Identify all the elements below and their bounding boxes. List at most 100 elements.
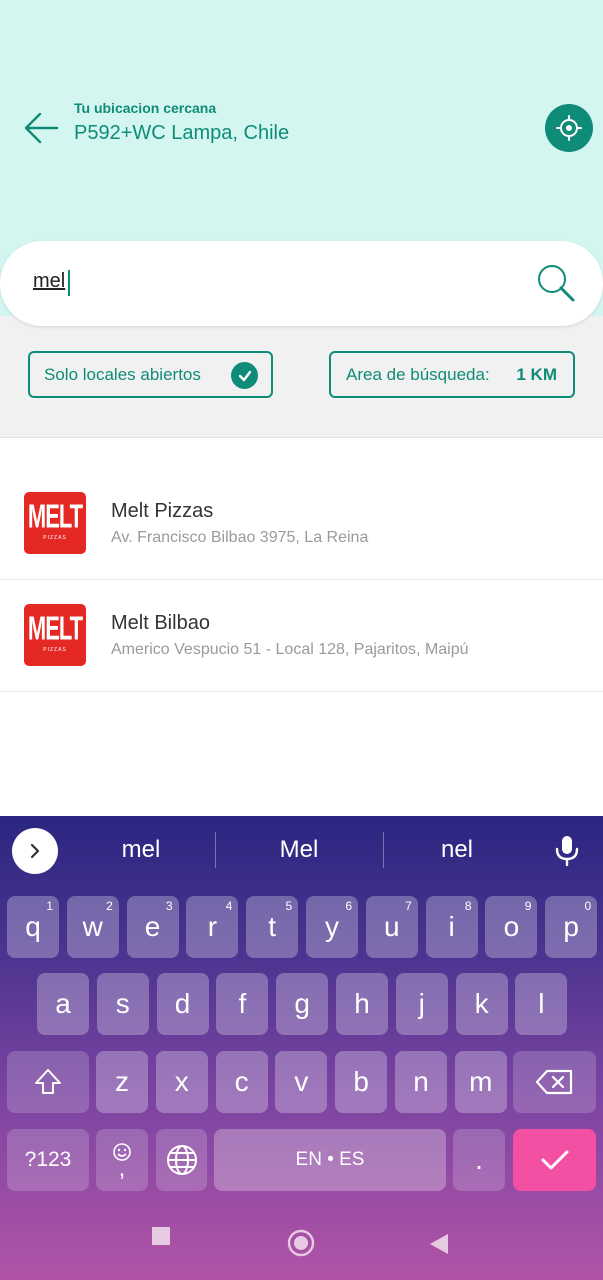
mic-icon <box>555 836 579 867</box>
key-v[interactable]: v <box>275 1051 328 1113</box>
key-label: u <box>384 911 400 942</box>
key-label: b <box>353 1066 369 1097</box>
check-icon <box>231 362 258 389</box>
nav-recents-button[interactable] <box>151 1226 171 1251</box>
search-bar[interactable] <box>0 241 603 326</box>
key-hint: 3 <box>165 899 173 913</box>
key-i[interactable]: i8 <box>425 896 478 958</box>
key-e[interactable]: e3 <box>126 896 179 958</box>
key-t[interactable]: t5 <box>246 896 299 958</box>
key-label: i <box>448 911 455 942</box>
space-key[interactable]: EN • ES <box>214 1129 446 1191</box>
key-hint: 8 <box>464 899 472 913</box>
key-label: t <box>268 911 277 942</box>
key-m[interactable]: m <box>454 1051 507 1113</box>
key-label: w <box>82 911 103 942</box>
key-j[interactable]: j <box>395 973 448 1035</box>
area-label: Area de búsqueda: <box>346 364 490 384</box>
key-label: m <box>469 1066 493 1097</box>
key-b[interactable]: b <box>335 1051 388 1113</box>
key-label: y <box>325 911 339 942</box>
key-h[interactable]: h <box>336 973 388 1035</box>
area-value: 1 KM <box>516 364 557 384</box>
open-only-label: Solo locales abiertos <box>44 364 201 384</box>
period-key[interactable]: . <box>453 1129 505 1191</box>
key-label: c <box>234 1066 249 1097</box>
back-arrow-icon <box>24 112 59 144</box>
nav-home-button[interactable] <box>287 1229 315 1262</box>
key-label: o <box>503 911 520 942</box>
suggestion-2[interactable]: Mel <box>224 836 374 864</box>
voice-input-button[interactable] <box>553 834 581 868</box>
backspace-key[interactable] <box>513 1051 596 1113</box>
key-o[interactable]: o9 <box>485 896 538 958</box>
key-q[interactable]: q1 <box>7 896 59 958</box>
suggestion-expand-button[interactable] <box>12 828 58 874</box>
shift-icon <box>35 1069 61 1094</box>
key-label: n <box>413 1066 429 1097</box>
key-z[interactable]: z <box>96 1051 148 1113</box>
restaurant-address: Americo Vespucio 51 - Local 128, Pajarit… <box>111 641 469 658</box>
key-label: x <box>174 1066 189 1097</box>
key-label: s <box>115 988 130 1019</box>
key-n[interactable]: n <box>395 1051 447 1113</box>
key-f[interactable]: f <box>216 973 269 1035</box>
suggestion-1[interactable]: mel <box>66 836 216 864</box>
key-label: v <box>294 1066 309 1097</box>
suggestion-3[interactable]: nel <box>382 836 532 864</box>
key-s[interactable]: s <box>96 973 149 1035</box>
key-hint: 4 <box>225 899 233 913</box>
key-r[interactable]: r4 <box>186 896 239 958</box>
locate-me-button[interactable] <box>545 104 593 152</box>
nav-recents-icon <box>152 1227 170 1245</box>
location-value[interactable]: P592+WC Lampa, Chile <box>74 122 289 145</box>
key-c[interactable]: c <box>215 1051 268 1113</box>
key-y[interactable]: y6 <box>306 896 358 958</box>
key-l[interactable]: l <box>515 973 568 1035</box>
back-button[interactable] <box>22 110 60 146</box>
shift-key[interactable] <box>7 1051 89 1113</box>
search-button[interactable] <box>535 262 577 304</box>
keyboard <box>0 816 603 1280</box>
text-caret <box>68 270 70 296</box>
key-p[interactable]: p0 <box>545 896 598 958</box>
key-label: f <box>238 988 247 1019</box>
key-label: a <box>55 988 71 1019</box>
restaurant-address: Av. Francisco Bilbao 3975, La Reina <box>111 529 369 546</box>
nav-back-button[interactable] <box>428 1232 450 1261</box>
key-x[interactable]: x <box>155 1051 208 1113</box>
key-label: g <box>294 988 310 1019</box>
restaurant-logo: MELT PIZZAS <box>24 604 86 666</box>
key-k[interactable]: k <box>455 973 508 1035</box>
restaurant-name: Melt Pizzas <box>111 500 214 522</box>
nav-home-icon <box>287 1229 315 1257</box>
key-u[interactable]: u7 <box>365 896 418 958</box>
restaurant-logo: MELT PIZZAS <box>24 492 86 554</box>
key-label: r <box>207 911 218 942</box>
open-only-filter[interactable]: Solo locales abiertos <box>28 351 273 398</box>
key-g[interactable]: g <box>276 973 329 1035</box>
comma-emoji-key[interactable]: , <box>96 1129 148 1191</box>
key-label: q <box>25 911 41 942</box>
gps-target-icon <box>556 115 582 141</box>
backspace-icon <box>535 1069 572 1095</box>
key-hint: 5 <box>285 899 293 913</box>
key-a[interactable]: a <box>37 973 89 1035</box>
language-key[interactable] <box>156 1129 207 1191</box>
key-hint: 6 <box>345 899 352 913</box>
search-input[interactable]: mel <box>33 270 65 293</box>
key-hint: 7 <box>405 899 412 913</box>
key-label: k <box>474 988 489 1019</box>
search-area-filter[interactable]: Area de búsqueda: 1 KM <box>329 351 575 398</box>
key-w[interactable]: w2 <box>66 896 119 958</box>
comma-label: , <box>118 1155 126 1182</box>
result-item[interactable]: MELT PIZZAS Melt Pizzas Av. Francisco Bi… <box>0 468 603 580</box>
key-d[interactable]: d <box>156 973 209 1035</box>
restaurant-name: Melt Bilbao <box>111 612 210 634</box>
symbols-key[interactable]: ?123 <box>7 1129 89 1191</box>
enter-key[interactable] <box>513 1129 596 1191</box>
suggestion-divider <box>215 832 216 868</box>
key-hint: 2 <box>106 899 113 913</box>
result-item[interactable]: MELT PIZZAS Melt Bilbao Americo Vespucio… <box>0 580 603 692</box>
key-hint: 1 <box>46 899 53 913</box>
